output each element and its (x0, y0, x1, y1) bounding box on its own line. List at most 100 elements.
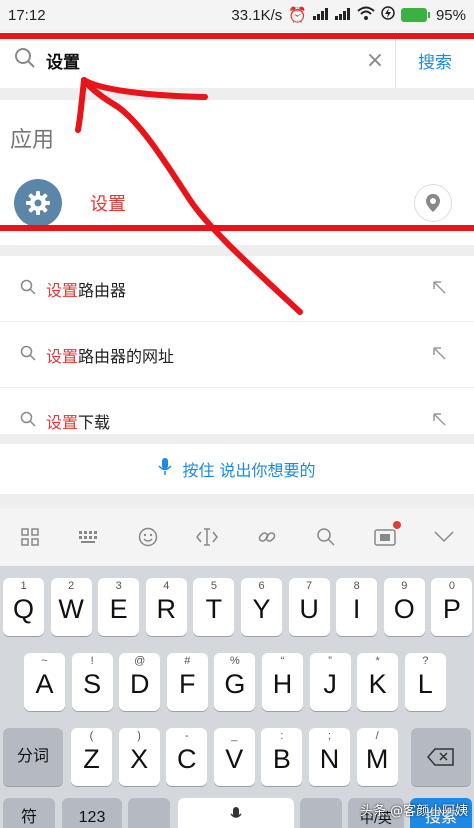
clear-icon[interactable]: × (355, 48, 395, 73)
segment-key[interactable]: 分词 (3, 728, 63, 786)
key-v[interactable]: _ V (213, 728, 255, 786)
key-c[interactable]: -C (166, 728, 208, 786)
suggestion-item[interactable]: 设置路由器的网址 (0, 322, 474, 388)
grid-menu-icon[interactable] (12, 519, 48, 555)
fill-arrow-icon[interactable] (432, 345, 446, 364)
key-hint: 7 (306, 580, 313, 592)
suggestion-text: 设置路由器的网址 (46, 346, 175, 366)
suggestion-item[interactable]: 设置下载 (0, 388, 474, 434)
keyboard-icon[interactable] (71, 519, 107, 555)
collapse-chevron-icon[interactable] (426, 519, 462, 555)
key-hint: # (184, 655, 191, 667)
search-button[interactable]: 搜索 (396, 48, 474, 73)
battery-percent: 95% (435, 6, 466, 24)
fill-arrow-icon[interactable] (432, 411, 446, 430)
key-w[interactable]: 2W (50, 578, 92, 636)
key-label: Q (12, 594, 34, 624)
status-icons: 33.1K/s ⏰ 95% (231, 6, 466, 24)
search-icon[interactable] (308, 519, 344, 555)
key-hint: 6 (258, 580, 265, 592)
suggestion-item[interactable]: 设置路由器 (0, 256, 474, 322)
link-icon[interactable] (249, 519, 285, 555)
key-hint: 9 (401, 580, 408, 592)
key-label: X (130, 744, 149, 774)
key-d[interactable]: @ D (119, 653, 161, 711)
key-label: B (272, 744, 291, 774)
key-j[interactable]: ” J (309, 653, 351, 711)
key-o[interactable]: 9O (383, 578, 425, 636)
key-b[interactable]: :B (261, 728, 303, 786)
search-bar: 设置 × 搜索 (0, 32, 474, 88)
sticker-icon[interactable] (367, 519, 403, 555)
key-a[interactable]: ~ A (24, 653, 65, 711)
signal-icon-2 (334, 7, 351, 24)
key-h[interactable]: “H (262, 653, 303, 711)
location-pin-icon[interactable] (414, 184, 452, 222)
key-label: S (83, 669, 102, 699)
key-hint: - (184, 730, 189, 742)
space-voice-key[interactable] (178, 798, 294, 828)
key-label: M (365, 744, 389, 774)
key-hint: 8 (353, 580, 360, 592)
voice-input-button[interactable]: 按住 说出你想要的 (0, 444, 474, 494)
backspace-icon (411, 728, 471, 791)
signal-icon (312, 7, 329, 24)
key-p[interactable]: 0P (431, 578, 473, 636)
key-label: E (109, 594, 128, 624)
key-q[interactable]: 1Q (3, 578, 44, 636)
number-key[interactable]: 123 (62, 798, 122, 828)
key-hint: @ (134, 655, 146, 667)
emoji-icon[interactable] (130, 519, 166, 555)
microphone-icon (178, 798, 294, 828)
search-query: 设置 (46, 52, 80, 73)
app-result-settings[interactable]: 设置 (0, 172, 474, 234)
key-t[interactable]: 5T (193, 578, 235, 636)
key-label: P (442, 594, 461, 624)
key-n[interactable]: ; N (309, 728, 350, 786)
status-bar: 17:12 33.1K/s ⏰ 95% (0, 0, 474, 30)
period-key[interactable] (300, 798, 342, 828)
keyboard-toolbar (0, 508, 474, 566)
key-label: W (58, 594, 84, 624)
key-l[interactable]: ? L (404, 653, 446, 711)
cursor-move-icon[interactable] (189, 519, 225, 555)
key-hint: : (280, 730, 284, 742)
key-hint: 4 (163, 580, 170, 592)
network-speed: 33.1K/s (231, 6, 283, 24)
fill-arrow-icon[interactable] (432, 279, 446, 298)
key-s[interactable]: ! S (71, 653, 113, 711)
key-label: N (319, 744, 340, 774)
key-hint: _ (231, 730, 238, 742)
key-hint: 0 (448, 580, 455, 592)
key-label: Y (252, 594, 271, 624)
status-time: 17:12 (8, 6, 46, 24)
key-x[interactable]: ) X (118, 728, 160, 786)
key-label: D (129, 669, 150, 699)
key-label: T (205, 594, 223, 624)
key-m[interactable]: / M (356, 728, 398, 786)
key-hint: ( (89, 730, 94, 742)
key-r[interactable]: 4R (145, 578, 187, 636)
symbol-key[interactable]: 符 (3, 798, 55, 828)
search-icon (20, 279, 36, 299)
key-y[interactable]: 6Y (241, 578, 282, 636)
key-f[interactable]: # F (166, 653, 208, 711)
backspace-key[interactable] (411, 728, 471, 786)
search-icon (20, 411, 36, 431)
key-k[interactable]: * K (357, 653, 399, 711)
voice-label: 按住 说出你想要的 (182, 461, 316, 480)
alarm-icon: ⏰ (288, 7, 307, 24)
key-g[interactable]: % G (214, 653, 256, 711)
key-i[interactable]: 8I (336, 578, 378, 636)
key-e[interactable]: 3E (98, 578, 140, 636)
comma-key[interactable] (128, 798, 170, 828)
key-label: A (35, 669, 54, 699)
key-label: V (225, 744, 244, 774)
key-hint: 2 (68, 580, 75, 592)
key-hint: 3 (115, 580, 122, 592)
key-label: R (156, 594, 177, 624)
key-z[interactable]: (Z (71, 728, 112, 786)
gear-icon (14, 179, 62, 227)
search-input[interactable]: 设置 (0, 32, 355, 88)
key-u[interactable]: 7U (288, 578, 330, 636)
